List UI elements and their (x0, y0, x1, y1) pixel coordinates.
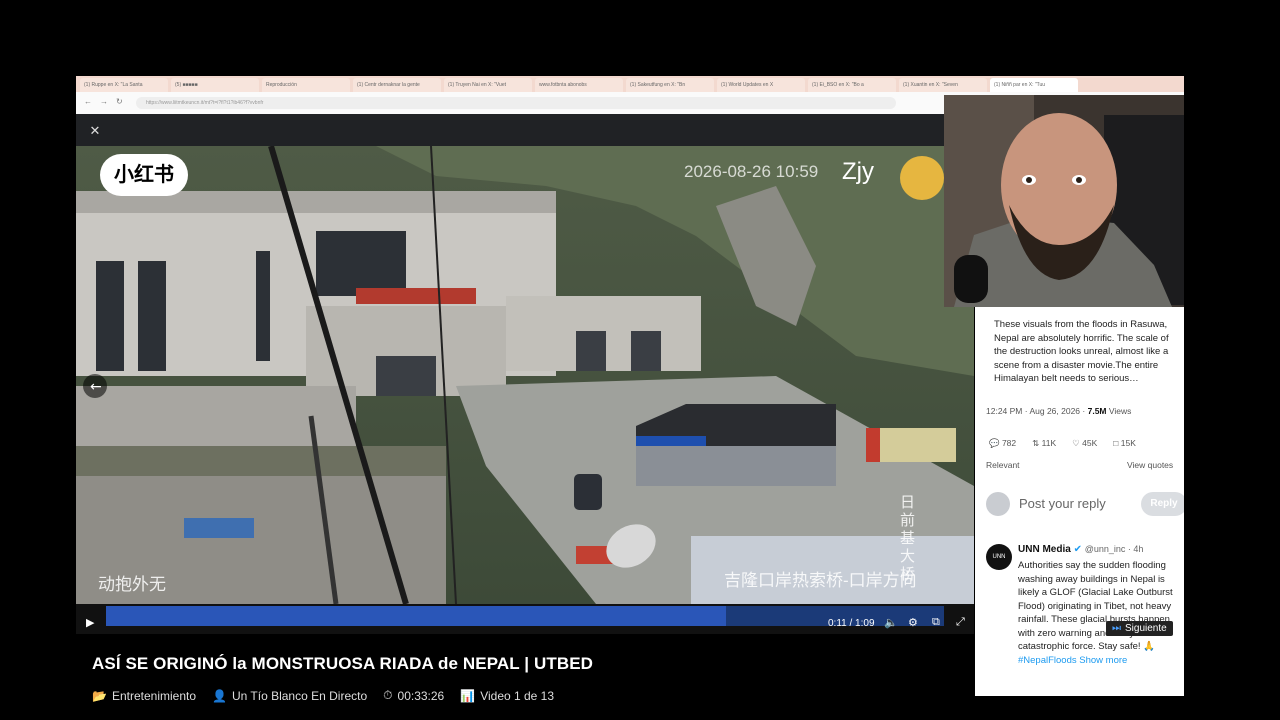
browser-tab[interactable]: (1) Sakeutfung en X: "Bn (626, 78, 714, 92)
reply-input[interactable]: Post your reply (1019, 496, 1106, 511)
tweet-panel: These visuals from the floods in Rasuwa,… (975, 306, 1184, 696)
tweet-actions: 💬 782 ⇅ 11K ♡ 45K □ 15K (989, 438, 1136, 449)
chart-icon: 📊 (460, 688, 476, 703)
xiaohongshu-logo: 小红书 (100, 154, 188, 196)
reload-icon[interactable]: ↻ (116, 97, 123, 106)
views-count: 7.5M (1087, 406, 1107, 416)
author-tag: Zjy (842, 158, 874, 185)
viewer-header (76, 114, 974, 146)
video-timestamp: 2026-08-26 10:59 (684, 162, 819, 181)
folder-icon: 📂 (92, 688, 107, 703)
video-frame: ← (76, 146, 974, 604)
avatar (986, 492, 1010, 516)
browser-tab[interactable]: (5) ■■■■■ (171, 78, 259, 92)
caption-left: 动抱外无 (98, 575, 166, 594)
like-icon[interactable]: ♡ 45K (1072, 438, 1097, 449)
back-icon[interactable]: ← (84, 97, 92, 106)
progress-fill (106, 606, 726, 626)
tweet-text: These visuals from the floods in Rasuwa,… (994, 319, 1169, 384)
show-more-link[interactable]: Show more (1079, 655, 1127, 666)
volume-icon[interactable]: 🔈 (884, 616, 898, 629)
duration-label: 00:33:26 (397, 688, 445, 703)
browser-tab[interactable]: (1) Truyen Nai en X: "Vuet (444, 78, 532, 92)
browser-tab[interactable]: Reproducción (262, 78, 350, 92)
browser-tab[interactable]: (1) Niññ par en X: "Tuu (990, 78, 1078, 92)
author-avatar (900, 156, 944, 200)
stream-title: ASÍ SE ORIGINÓ la MONSTRUOSA RIADA de NE… (92, 654, 594, 673)
next-video-button[interactable]: ⏭ Siguiente (1106, 621, 1173, 636)
hashtag-link[interactable]: #NepalFloods (1018, 655, 1077, 666)
play-icon[interactable]: ▶ (86, 616, 94, 629)
video-viewer: ✕ ← 小红书 2026-08-26 10:59 Zjy 动抱外无 吉隆口岸热索… (76, 114, 974, 634)
forward-icon[interactable]: → (100, 97, 108, 106)
tweet-time: 12:24 PM · Aug 26, 2026 · 7.5M Views (986, 406, 1132, 416)
relevant-dropdown[interactable]: Relevant (986, 460, 1020, 470)
view-quotes-link[interactable]: View quotes (1127, 460, 1173, 470)
browser-tab[interactable]: (1) Centr dernaknar la gente (353, 78, 441, 92)
tweet2-handle: @unn_inc · 4h (1084, 544, 1144, 554)
webcam-overlay (944, 95, 1184, 307)
bookmark-icon[interactable]: □ 15K (1113, 438, 1136, 449)
video-index-label: Video 1 de 13 (480, 688, 555, 703)
stopwatch-icon: ⏱ (383, 688, 393, 702)
retweet-icon[interactable]: ⇅ 11K (1032, 438, 1056, 449)
user-icon: 👤 (212, 688, 227, 703)
svg-text:←: ← (90, 379, 102, 395)
tweet2-author[interactable]: UNN Media (1018, 544, 1071, 555)
tweet2-text: Authorities say the sudden flooding wash… (1018, 560, 1173, 666)
caption-vertical: 日前基大桥 (900, 494, 916, 583)
close-button[interactable]: ✕ (86, 122, 104, 140)
caption-right: 吉隆口岸热索桥-口岸方向 (724, 571, 917, 590)
channel-label: Un Tío Blanco En Directo (231, 688, 368, 703)
browser-tab[interactable]: (1) Ruppe en X: "La Santa (80, 78, 168, 92)
unn-avatar: UNN (986, 544, 1012, 570)
car (574, 474, 602, 510)
pip-icon[interactable]: ⧉ (932, 616, 940, 629)
microphone (954, 255, 988, 303)
settings-icon[interactable]: ⚙ (908, 616, 918, 629)
fullscreen-icon[interactable]: ⤢ (956, 616, 965, 629)
category-label: Entretenimiento (111, 688, 196, 703)
red-banner (356, 288, 476, 304)
browser-tab[interactable]: (1) World Updates en X (717, 78, 805, 92)
browser-tab-bar: (1) Ruppe en X: "La Santa (5) ■■■■■ Reprod… (76, 76, 1184, 92)
verified-icon: ✔ (1073, 544, 1082, 555)
browser-tab[interactable]: www.fotbnta abonobs (535, 78, 623, 92)
time-display: 0:11 / 1:09 (828, 618, 875, 629)
url-field[interactable]: https://www.liitmtkeuncn.it/mt?t=i?fl?t1… (136, 97, 896, 109)
tweet2-header: UNN Media ✔ @unn_inc · 4h (1018, 544, 1143, 555)
browser-tab[interactable]: (1) Ei_BSO en X: "Bo a (808, 78, 896, 92)
stream-meta-bar: 📂 Entretenimiento 👤 Un Tío Blanco En Direc… (92, 688, 554, 703)
reply-icon[interactable]: 💬 782 (989, 438, 1016, 449)
reply-button[interactable]: Reply (1141, 492, 1184, 516)
next-icon: ⏭ (1112, 623, 1121, 634)
browser-tab[interactable]: (1) Xuantin en X: "Seven (899, 78, 987, 92)
